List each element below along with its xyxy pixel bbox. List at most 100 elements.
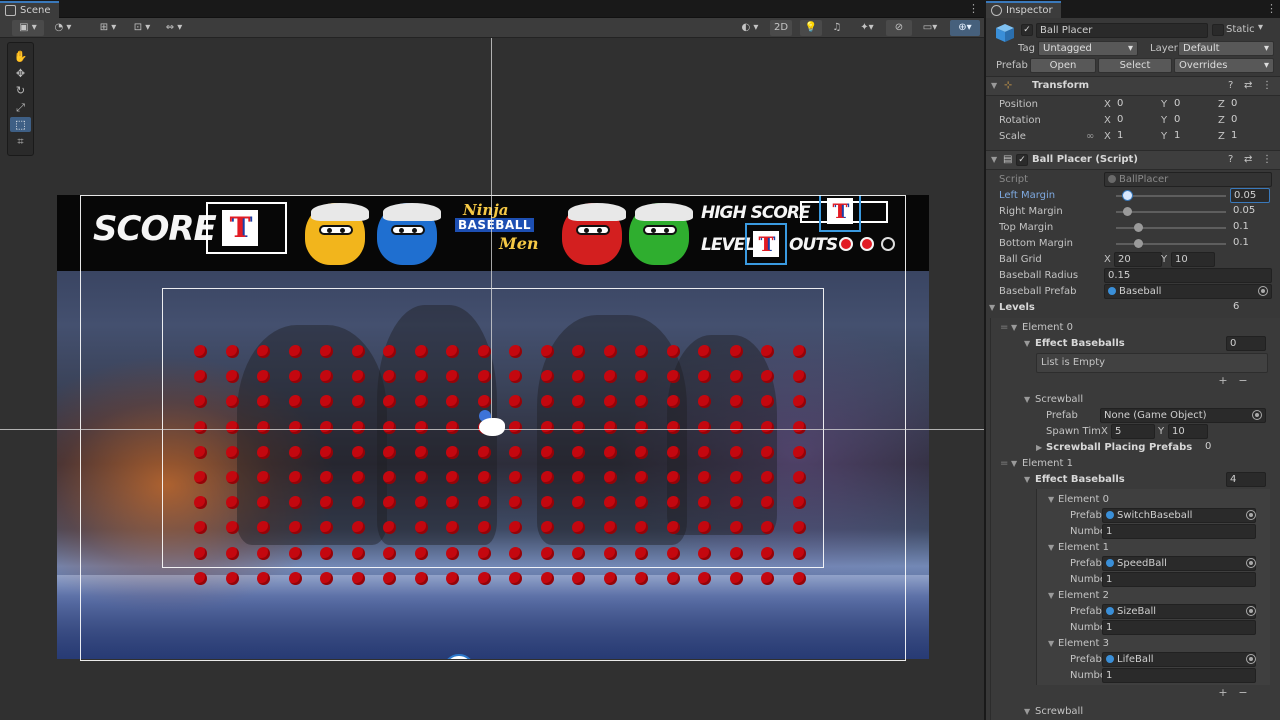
position-x-field[interactable]: 0 [1114, 97, 1158, 112]
object-picker-icon[interactable] [1252, 410, 1262, 420]
level-element-0-row[interactable]: = ▼ Element 0 [986, 320, 1280, 336]
constrain-scale-icon[interactable]: ∞ [1086, 129, 1094, 145]
foldout-arrow-icon[interactable]: ▼ [989, 300, 995, 316]
two-d-toggle[interactable]: 2D [770, 20, 792, 36]
object-picker-icon[interactable] [1246, 510, 1256, 520]
left-margin-slider-knob[interactable] [1123, 191, 1132, 200]
shading-mode-dropdown[interactable]: ▣ ▾ [12, 20, 44, 36]
inspector-tab-menu-icon[interactable]: ⋮ [1266, 2, 1278, 15]
help-icon[interactable]: ? [1228, 151, 1233, 169]
effect-prefab-field[interactable]: SizeBall [1102, 604, 1256, 619]
active-checkbox[interactable]: ✓ [1021, 24, 1033, 36]
presets-icon[interactable]: ⇄ [1244, 151, 1252, 169]
draw-gizmo-dropdown[interactable]: ◐ ▾ [736, 20, 764, 36]
transform-header[interactable]: ▼ ⊹ Transform ? ⇄ ⋮ [986, 76, 1280, 96]
object-picker-icon[interactable] [1246, 606, 1256, 616]
effect-element-2-row[interactable]: ▼ Element 2 [986, 588, 1280, 604]
scale-y-field[interactable]: 1 [1171, 129, 1215, 144]
right-margin-slider-track[interactable] [1116, 211, 1226, 213]
effect-number-field[interactable]: 1 [1102, 620, 1256, 635]
screwball-row-1[interactable]: ▼ Screwball [986, 704, 1280, 720]
effect-baseballs-count-0[interactable]: 0 [1226, 336, 1266, 351]
foldout-arrow-icon[interactable]: ▼ [1024, 704, 1030, 720]
drag-handle-icon[interactable]: = [1000, 456, 1008, 472]
top-margin-field[interactable]: 0.1 [1230, 220, 1270, 235]
tab-scene[interactable]: Scene [0, 1, 59, 18]
add-element-button[interactable]: + [1216, 374, 1230, 388]
rotation-x-field[interactable]: 0 [1114, 113, 1158, 128]
bottom-margin-field[interactable]: 0.1 [1230, 236, 1270, 251]
scene-tab-menu-icon[interactable]: ⋮ [968, 2, 980, 15]
object-name-field[interactable]: Ball Placer [1036, 23, 1208, 38]
top-margin-slider-knob[interactable] [1134, 223, 1143, 232]
rotate-tool-icon[interactable]: ↻ [10, 83, 31, 98]
static-dropdown-icon[interactable]: ▾ [1258, 22, 1263, 33]
component-menu-icon[interactable]: ⋮ [1262, 77, 1272, 95]
right-margin-field[interactable]: 0.05 [1230, 204, 1270, 219]
effect-baseballs-count-1[interactable]: 4 [1226, 472, 1266, 487]
position-y-field[interactable]: 0 [1171, 97, 1215, 112]
draw-mode-dropdown[interactable]: ◔ ▾ [48, 20, 78, 36]
effect-number-field[interactable]: 1 [1102, 572, 1256, 587]
spawn-time-y-field[interactable]: 10 [1168, 424, 1208, 439]
camera-dropdown-icon[interactable]: ▭▾ [916, 20, 944, 36]
effect-prefab-field[interactable]: SwitchBaseball [1102, 508, 1256, 523]
effects-dropdown-icon[interactable]: ✦▾ [854, 20, 880, 36]
tab-inspector[interactable]: Inspector [986, 1, 1061, 18]
bottom-margin-slider-track[interactable] [1116, 243, 1226, 245]
lighting-toggle-icon[interactable]: 💡 [800, 20, 822, 36]
tag-dropdown[interactable]: Untagged ▾ [1038, 41, 1138, 56]
rect-tool-icon[interactable]: ⬚ [10, 117, 31, 132]
ball-grid-x-field[interactable]: 20 [1114, 252, 1162, 267]
gizmos-dropdown-icon[interactable]: ⊕▾ [950, 20, 980, 36]
remove-element-button[interactable]: − [1236, 374, 1250, 388]
right-margin-slider-knob[interactable] [1123, 207, 1132, 216]
level-element-1-row[interactable]: = ▼ Element 1 [986, 456, 1280, 472]
audio-toggle-icon[interactable]: ♫ [826, 20, 848, 36]
foldout-arrow-icon[interactable]: ▼ [1048, 492, 1054, 508]
transform-tool-icon[interactable]: ⌗ [10, 134, 31, 149]
drag-handle-icon[interactable]: = [1000, 320, 1008, 336]
static-checkbox[interactable] [1212, 24, 1224, 36]
effect-prefab-field[interactable]: LifeBall [1102, 652, 1256, 667]
scene-viewport[interactable]: ✋ ✥ ↻ ⤢ ⬚ ⌗ SCORE T Ninja BASEBALL Men H… [0, 38, 984, 720]
script-enabled-checkbox[interactable]: ✓ [1016, 154, 1028, 166]
bottom-margin-slider-knob[interactable] [1134, 239, 1143, 248]
foldout-arrow-icon[interactable]: ▼ [1048, 636, 1054, 652]
effect-number-field[interactable]: 1 [1102, 668, 1256, 683]
effect-number-field[interactable]: 1 [1102, 524, 1256, 539]
rotation-z-field[interactable]: 0 [1228, 113, 1272, 128]
component-menu-icon[interactable]: ⋮ [1262, 151, 1272, 169]
prefab-open-button[interactable]: Open [1030, 58, 1096, 73]
layer-dropdown[interactable]: Default ▾ [1178, 41, 1274, 56]
move-tool-icon[interactable]: ✥ [10, 66, 31, 81]
effect-element-0-row[interactable]: ▼ Element 0 [986, 492, 1280, 508]
screwball-prefab-field[interactable]: None (Game Object) [1100, 408, 1266, 423]
levels-count-field[interactable]: 6 [1230, 300, 1272, 315]
spawn-time-x-field[interactable]: 5 [1111, 424, 1155, 439]
foldout-arrow-icon[interactable]: ▼ [991, 77, 997, 95]
foldout-arrow-icon[interactable]: ▼ [1048, 540, 1054, 556]
left-margin-field[interactable]: 0.05 [1230, 188, 1270, 203]
effect-element-1-row[interactable]: ▼ Element 1 [986, 540, 1280, 556]
remove-element-button[interactable]: − [1236, 686, 1250, 700]
hand-tool-icon[interactable]: ✋ [10, 49, 31, 64]
effect-prefab-field[interactable]: SpeedBall [1102, 556, 1256, 571]
foldout-arrow-icon[interactable]: ▼ [1024, 472, 1030, 488]
effect-baseballs-row-0[interactable]: ▼ Effect Baseballs 0 [986, 336, 1280, 352]
prefab-select-button[interactable]: Select [1098, 58, 1172, 73]
effect-element-3-row[interactable]: ▼ Element 3 [986, 636, 1280, 652]
object-picker-icon[interactable] [1246, 558, 1256, 568]
position-z-field[interactable]: 0 [1228, 97, 1272, 112]
camera-gizmo-icon[interactable] [474, 410, 512, 438]
baseball-prefab-field[interactable]: Baseball [1104, 284, 1272, 299]
foldout-arrow-icon[interactable]: ▶ [1036, 440, 1042, 456]
effect-baseballs-row-1[interactable]: ▼ Effect Baseballs 4 [986, 472, 1280, 488]
scale-z-field[interactable]: 1 [1228, 129, 1272, 144]
top-margin-slider-track[interactable] [1116, 227, 1226, 229]
scale-tool-icon[interactable]: ⤢ [10, 100, 31, 115]
scale-x-field[interactable]: 1 [1114, 129, 1158, 144]
prefab-overrides-dropdown[interactable]: Overrides ▾ [1174, 58, 1274, 73]
object-picker-icon[interactable] [1246, 654, 1256, 664]
foldout-arrow-icon[interactable]: ▼ [1011, 456, 1017, 472]
